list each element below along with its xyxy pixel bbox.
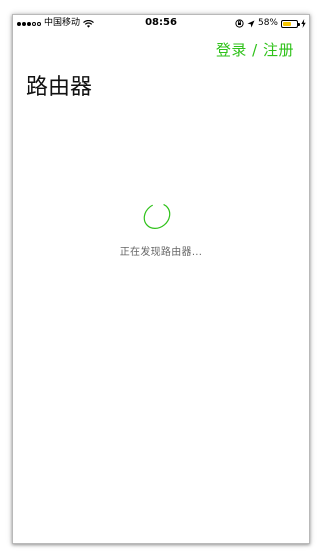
status-bar: 中国移动 08:56 58%	[13, 15, 309, 32]
status-bar-right: 58%	[235, 18, 306, 29]
login-register-button[interactable]: 登录 / 注册	[216, 39, 294, 60]
battery-icon	[281, 19, 300, 28]
battery-percent: 58%	[257, 18, 278, 28]
phone-screen: 中国移动 08:56 58% 登录 / 注册 路由器 正在发现路由器...	[12, 14, 310, 544]
page-title: 路由器	[26, 75, 93, 100]
loading-status-text: 正在发现路由器...	[119, 247, 203, 258]
battery-level-fill	[283, 21, 291, 26]
charging-bolt-icon	[301, 19, 306, 28]
location-arrow-icon	[247, 20, 255, 28]
rotation-lock-icon	[235, 19, 244, 28]
loading-spinner-icon	[142, 203, 172, 229]
